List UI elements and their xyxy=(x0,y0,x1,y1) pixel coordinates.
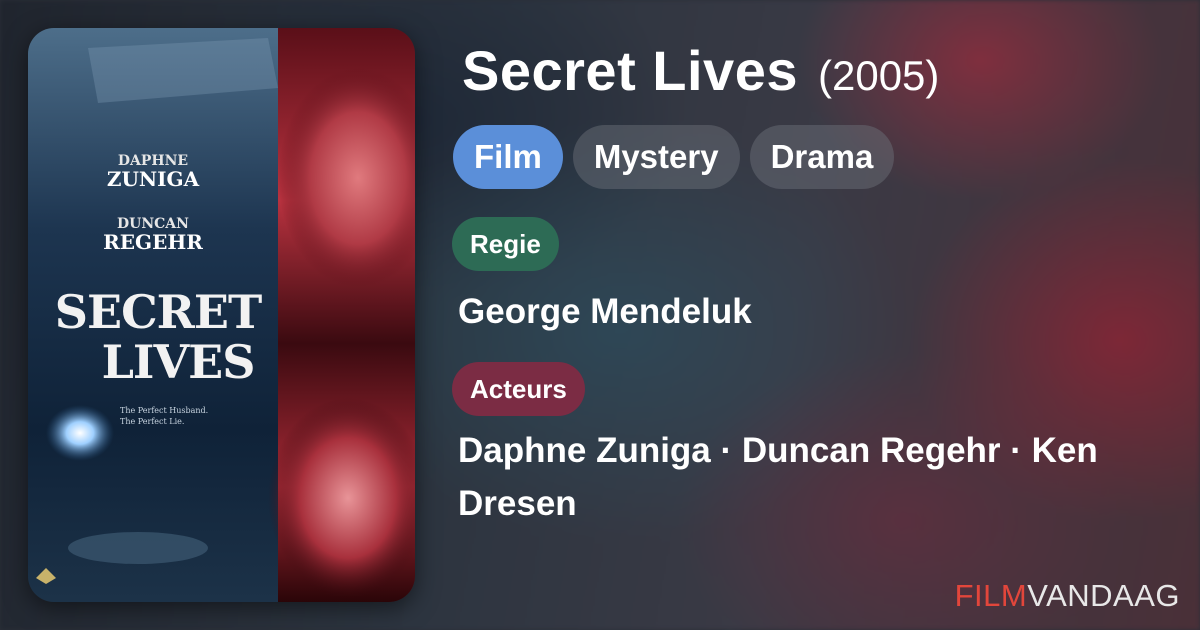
title-row: Secret Lives (2005) xyxy=(462,38,1172,103)
poster-figure xyxy=(68,532,208,564)
actors-list: Daphne Zuniga · Duncan Regehr · Ken Dres… xyxy=(458,431,1098,523)
director-label: Regie xyxy=(452,217,559,271)
poster-actor2-last: REGEHR xyxy=(103,230,203,254)
filmvandaag-logo[interactable]: FILMVANDAAG xyxy=(955,578,1180,614)
logo-part-vandaag: VANDAAG xyxy=(1027,578,1180,613)
director-name: George Mendeluk xyxy=(458,292,752,331)
logo-part-film: FILM xyxy=(954,578,1028,613)
movie-info: Secret Lives (2005) Film Mystery Drama R… xyxy=(452,38,1172,530)
actors-label: Acteurs xyxy=(452,362,585,416)
poster-flashlight xyxy=(46,405,114,461)
genre-chip-mystery[interactable]: Mystery xyxy=(572,125,740,189)
poster-tagline2: The Perfect Lie. xyxy=(120,417,184,426)
genre-chip-film[interactable]: Film xyxy=(453,125,563,189)
poster-title-line2: LIVES xyxy=(102,335,255,389)
movie-poster[interactable]: DAPHNE ZUNIGA DUNCAN REGEHR SECRET LIVES… xyxy=(28,28,415,602)
poster-tagline1: The Perfect Husband. xyxy=(120,406,208,415)
movie-year: (2005) xyxy=(817,52,940,99)
genre-chip-drama[interactable]: Drama xyxy=(749,125,895,189)
poster-title-line1: SECRET xyxy=(55,285,262,339)
poster-actor1-last: ZUNIGA xyxy=(107,167,200,191)
movie-title: Secret Lives xyxy=(462,39,798,102)
genre-list: Film Mystery Drama xyxy=(453,125,1172,189)
